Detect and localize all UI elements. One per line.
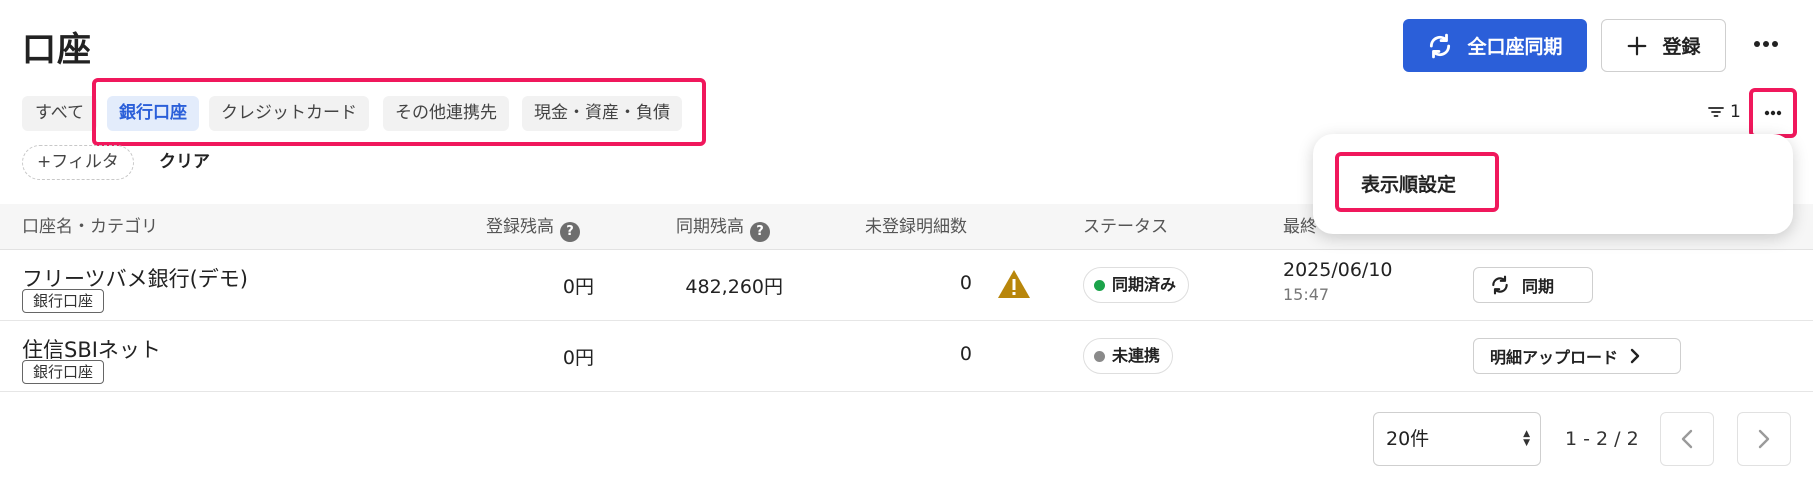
status-badge: 同期済み	[1083, 267, 1190, 303]
chevron-right-icon	[1758, 429, 1770, 449]
next-page-button[interactable]	[1737, 412, 1791, 466]
page-title: 口座	[22, 30, 92, 70]
clear-filters-link[interactable]: クリア	[159, 145, 210, 180]
sync-icon	[1430, 33, 1451, 58]
more-horizontal-icon	[1754, 41, 1778, 47]
statement-upload-button[interactable]: 明細アップロード	[1473, 338, 1681, 374]
column-header-unregistered-count: 未登録明細数	[865, 217, 967, 237]
last-sync-time: 15:47	[1283, 285, 1330, 304]
column-header-last-sync: 最終	[1283, 217, 1317, 237]
header-more-button[interactable]	[1746, 24, 1786, 64]
previous-page-button[interactable]	[1660, 412, 1714, 466]
register-label: 登録	[1662, 36, 1701, 58]
tab-credit-cards[interactable]: クレジットカード	[209, 96, 369, 131]
synced-balance: 482,260円	[685, 276, 783, 298]
column-header-account: 口座名・カテゴリ	[22, 217, 158, 237]
sync-all-button[interactable]: 全口座同期	[1403, 19, 1587, 72]
tab-bank-accounts[interactable]: 銀行口座	[107, 96, 199, 131]
filter-icon	[1708, 107, 1724, 117]
pagination-range: 1 - 2 / 2	[1565, 428, 1639, 450]
unregistered-count: 0	[959, 272, 972, 294]
tab-cash-assets-liabilities[interactable]: 現金・資産・負債	[522, 96, 682, 131]
status-dot	[1094, 350, 1105, 362]
register-button[interactable]: 登録	[1601, 19, 1726, 72]
sync-icon	[1492, 275, 1508, 295]
table-row: 住信SBIネット 銀行口座 0円 0 未連携 明細アップロード	[0, 322, 1813, 392]
add-filter-button[interactable]: +フィルタ	[22, 145, 134, 180]
sync-button[interactable]: 同期	[1473, 267, 1593, 303]
select-arrows-icon: ▲ ▼	[1523, 429, 1530, 448]
more-horizontal-icon	[1764, 110, 1782, 116]
column-header-registered-balance: 登録残高?	[486, 204, 580, 250]
last-sync-date: 2025/06/10	[1283, 259, 1393, 281]
column-header-status: ステータス	[1083, 217, 1168, 237]
page-size-select[interactable]: 20件 ▲ ▼	[1373, 412, 1541, 466]
status-dot	[1094, 279, 1105, 291]
registered-balance: 0円	[562, 347, 594, 369]
chevron-left-icon	[1681, 429, 1693, 449]
warning-icon	[997, 269, 1031, 304]
help-icon[interactable]: ?	[560, 222, 580, 242]
sync-all-label: 全口座同期	[1467, 36, 1563, 58]
list-more-button[interactable]	[1749, 88, 1797, 138]
table-row: フリーツバメ銀行(デモ) 銀行口座 0円 482,260円 0 同期済み 202…	[0, 251, 1813, 321]
tab-other-connections[interactable]: その他連携先	[383, 96, 509, 131]
chevron-right-icon	[1630, 348, 1640, 364]
tab-all[interactable]: すべて	[22, 96, 98, 131]
filter-count[interactable]: 1	[1708, 102, 1741, 122]
category-badge: 銀行口座	[22, 360, 105, 384]
help-icon[interactable]: ?	[750, 222, 770, 242]
status-badge: 未連携	[1083, 338, 1174, 374]
menu-item-display-order-settings[interactable]: 表示順設定	[1361, 170, 1456, 197]
unregistered-count: 0	[959, 343, 972, 365]
filter-count-value: 1	[1730, 102, 1741, 122]
registered-balance: 0円	[562, 276, 594, 298]
column-header-synced-balance: 同期残高?	[676, 204, 770, 250]
plus-icon	[1628, 36, 1647, 55]
category-badge: 銀行口座	[22, 289, 105, 313]
